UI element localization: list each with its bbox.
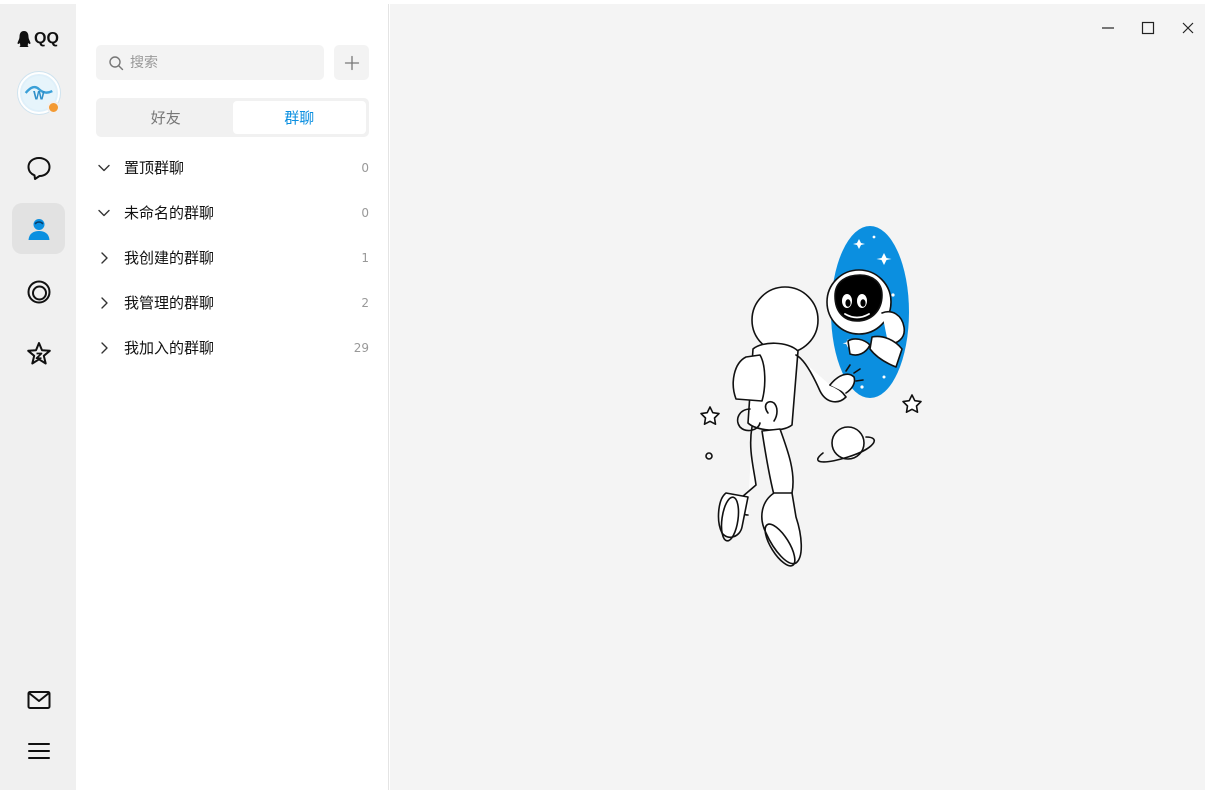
nav-menu[interactable] <box>12 725 65 776</box>
hamburger-menu-icon <box>27 742 50 759</box>
maximize-button[interactable] <box>1138 18 1158 38</box>
minimize-icon <box>1102 27 1114 29</box>
nav-messages[interactable] <box>12 142 65 193</box>
group-category-label: 置顶群聊 <box>124 159 185 177</box>
group-category-count: 0 <box>361 205 369 220</box>
group-category-label: 我加入的群聊 <box>124 339 215 357</box>
nav-mail[interactable] <box>12 674 65 725</box>
group-category-label: 我创建的群聊 <box>124 249 215 267</box>
astronaut-illustration <box>700 226 922 567</box>
minimize-button[interactable] <box>1098 18 1118 38</box>
qq-logo: QQ <box>16 30 59 48</box>
tab-friends[interactable]: 好友 <box>99 101 233 134</box>
close-icon <box>1182 22 1194 34</box>
contacts-panel: 好友 群聊 置顶群聊 0 未命名的群聊 0 我创建的群聊 1 我管理的群聊 2 … <box>76 4 389 790</box>
search-input[interactable] <box>130 54 310 71</box>
contacts-person-icon <box>28 218 49 240</box>
group-category-managed[interactable]: 我管理的群聊 2 <box>96 280 369 325</box>
avatar[interactable]: W <box>18 72 60 114</box>
search-icon <box>109 55 124 70</box>
chevron-right-icon <box>101 296 108 309</box>
group-category-label: 我管理的群聊 <box>124 294 215 312</box>
tab-groups[interactable]: 群聊 <box>232 101 366 134</box>
nav-contacts[interactable] <box>12 203 65 254</box>
group-category-count: 0 <box>361 160 369 175</box>
group-category-label: 未命名的群聊 <box>124 204 215 222</box>
contact-tabs: 好友 群聊 <box>96 98 369 137</box>
chevron-right-icon <box>101 251 108 264</box>
chevron-down-icon <box>98 164 110 171</box>
group-category-pinned[interactable]: 置顶群聊 0 <box>96 145 369 190</box>
channel-ring-icon <box>27 280 50 303</box>
maximize-icon <box>1141 21 1155 35</box>
svg-text:W: W <box>33 89 45 103</box>
nav-favorites[interactable] <box>12 328 65 379</box>
add-button[interactable] <box>334 45 369 80</box>
chevron-down-icon <box>98 209 110 216</box>
close-button[interactable] <box>1178 18 1198 38</box>
group-category-joined[interactable]: 我加入的群聊 29 <box>96 325 369 370</box>
group-category-count: 2 <box>361 295 369 310</box>
star-icon <box>26 341 51 364</box>
group-category-count: 29 <box>353 340 369 355</box>
mail-icon <box>27 690 50 709</box>
main-area <box>390 4 1205 790</box>
group-list: 置顶群聊 0 未命名的群聊 0 我创建的群聊 1 我管理的群聊 2 我加入的群聊… <box>96 145 369 370</box>
chevron-right-icon <box>101 341 108 354</box>
status-badge <box>47 101 60 114</box>
nav-channels[interactable] <box>12 266 65 317</box>
group-category-unnamed[interactable]: 未命名的群聊 0 <box>96 190 369 235</box>
group-category-count: 1 <box>361 250 369 265</box>
logo-text: QQ <box>34 30 59 47</box>
group-category-created[interactable]: 我创建的群聊 1 <box>96 235 369 280</box>
nav-rail: QQ W <box>0 4 76 790</box>
chat-bubble-icon <box>27 156 50 180</box>
search-box[interactable] <box>96 45 324 80</box>
plus-icon <box>344 55 359 70</box>
penguin-icon <box>17 31 31 47</box>
